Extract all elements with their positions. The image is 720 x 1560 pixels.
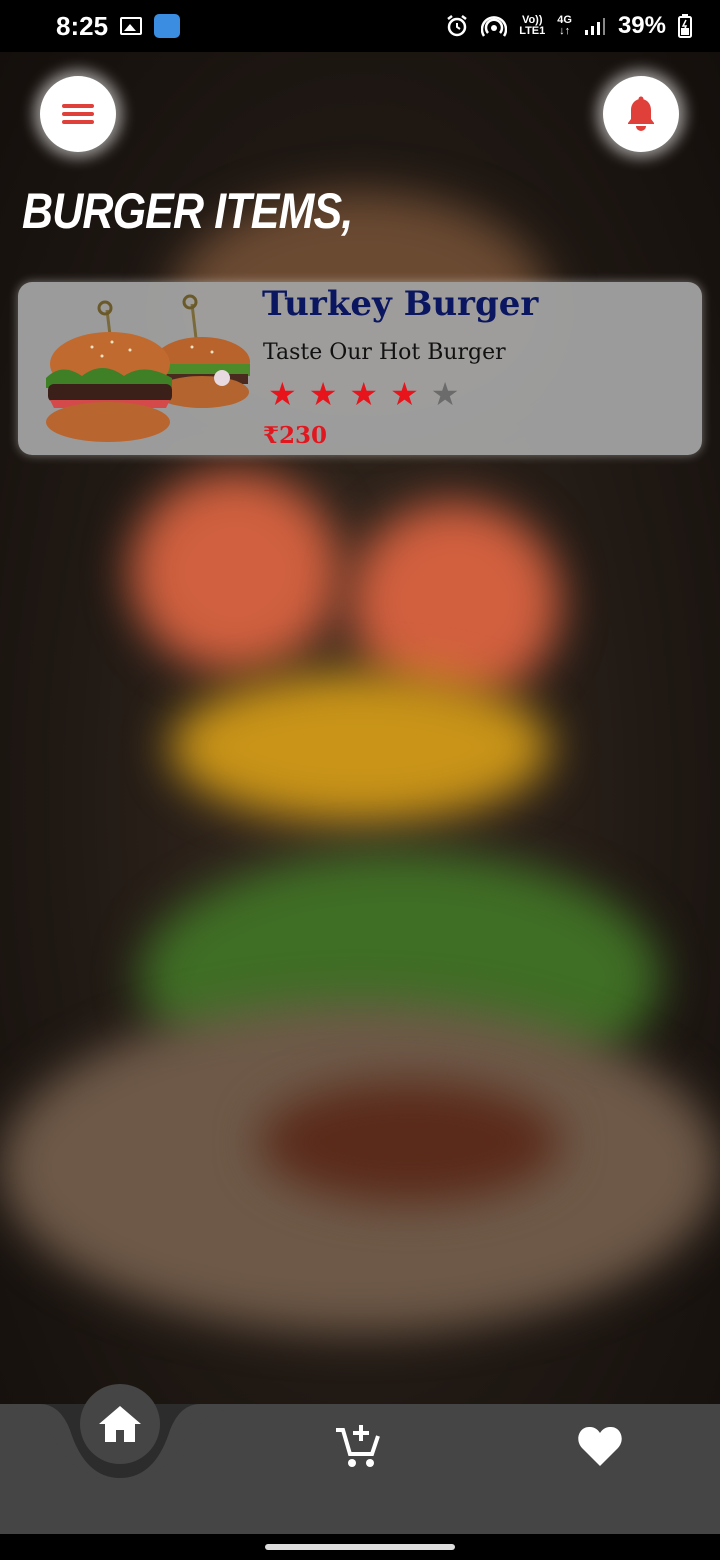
bell-icon [628,96,654,131]
nav-favorites-button[interactable] [574,1422,626,1470]
signal-icon [584,18,605,35]
nav-home-button[interactable] [80,1384,160,1464]
status-bar: 8:25 Vo)) LTE1 4G ↓↑ 39% [0,0,720,52]
network-gen-indicator: 4G ↓↑ [557,15,572,37]
hotspot-icon [481,16,508,37]
volte-indicator: Vo)) LTE1 [519,15,545,37]
home-icon [99,1406,141,1442]
gesture-bar [0,1534,720,1560]
notifications-button[interactable] [603,76,679,152]
gallery-icon [120,17,143,35]
gesture-handle[interactable] [265,1544,455,1550]
item-price: ₹230 [263,422,328,449]
heart-icon [578,1426,622,1466]
menu-button[interactable] [40,76,116,152]
battery-charging-icon [678,14,692,38]
star-filled-icon: ★ [268,376,297,412]
section-title: BURGER ITEMS, [22,183,353,239]
item-subtitle: Taste Our Hot Burger [263,340,506,365]
background-image [0,52,720,1404]
star-filled-icon: ★ [308,376,338,412]
item-rating: ★ ★ ★ ★ ★ [268,378,459,410]
nav-cart-button[interactable] [330,1420,386,1472]
burger-image [46,294,250,442]
star-filled-icon: ★ [390,376,419,412]
add-to-cart-icon [336,1425,380,1467]
lte-label: LTE1 [519,25,546,37]
star-empty-icon: ★ [430,376,460,412]
status-time: 8:25 [56,10,109,41]
burger-item-card[interactable]: Turkey Burger Taste Our Hot Burger ★ ★ ★ ★ ★… [18,282,702,455]
cloud-upload-icon [154,14,181,38]
battery-percent: 39% [617,12,666,39]
alarm-icon [447,15,467,37]
star-filled-icon: ★ [349,376,379,412]
data-arrows: ↓↑ [559,25,571,37]
hamburger-menu-icon [62,100,94,128]
item-name: Turkey Burger [262,284,539,324]
